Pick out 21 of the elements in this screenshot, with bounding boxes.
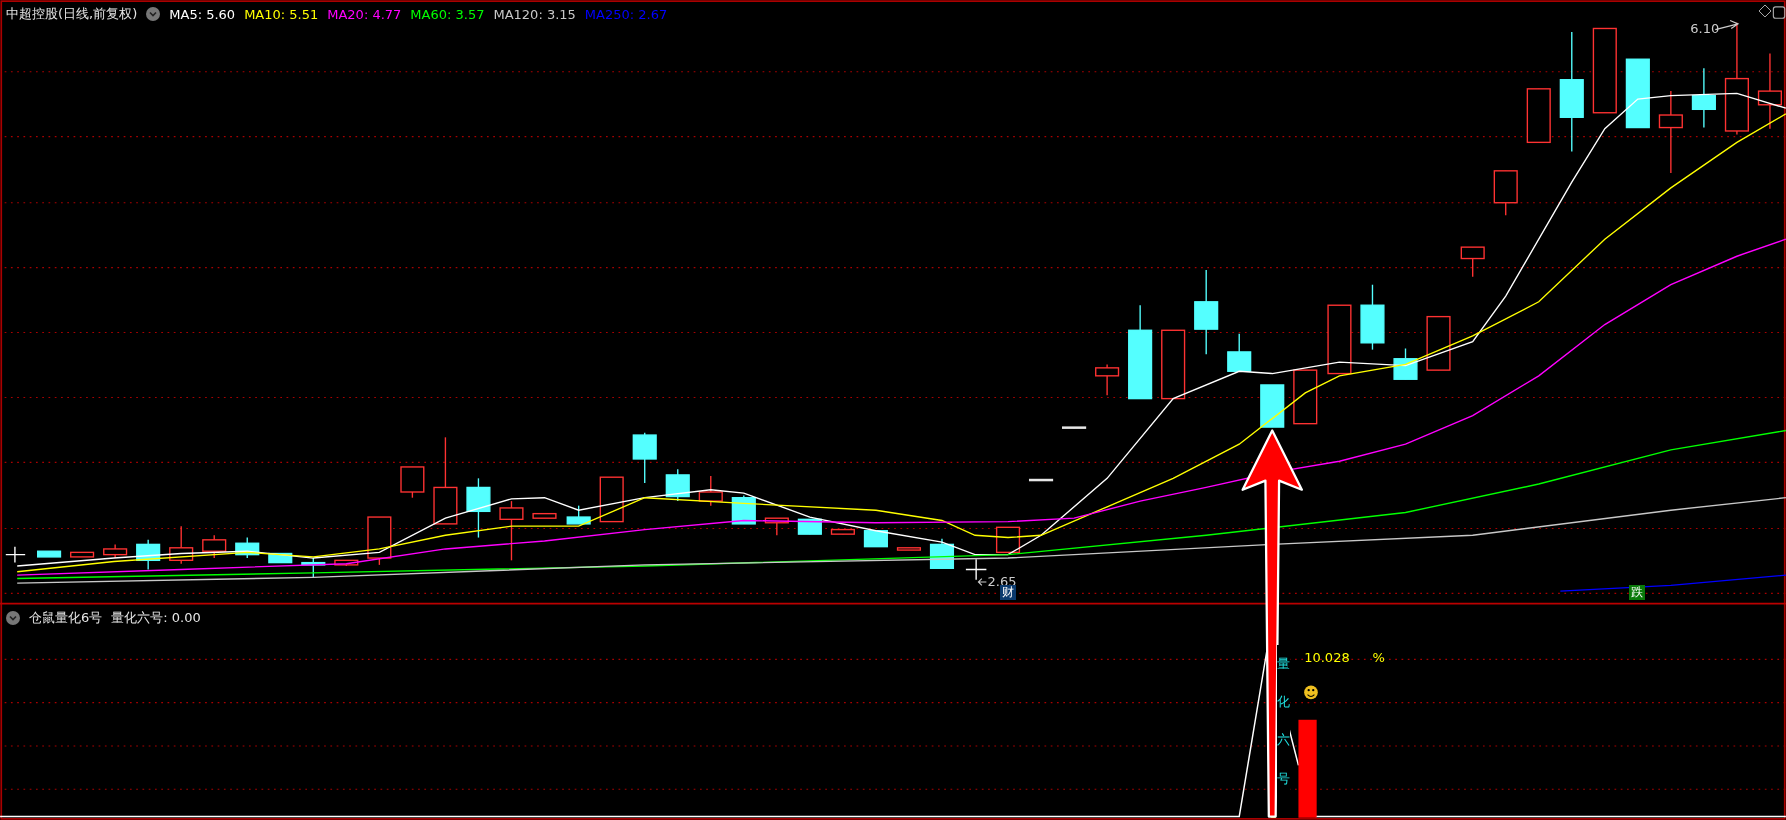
moving-average-label: MA60: 3.57 <box>410 6 485 22</box>
moving-average-label: MA20: 4.77 <box>327 6 402 22</box>
pointer-arrow-icon <box>977 578 987 586</box>
crosshair-icon <box>5 546 26 564</box>
indicator-name: 仓鼠量化6号 <box>29 609 103 627</box>
crosshair-icon <box>965 558 988 581</box>
signal-marker: 跌 <box>1628 585 1645 601</box>
dropdown-icon[interactable] <box>146 7 161 21</box>
panel-toggle-icon[interactable] <box>1772 6 1786 19</box>
high-price-label: 6.10 <box>1690 20 1720 36</box>
smiley-icon <box>1304 685 1318 700</box>
indicator-value: 量化六号: 0.00 <box>111 609 201 627</box>
moving-average-label: MA10: 5.51 <box>244 6 319 22</box>
stock-title: 中超控股(日线,前复权) <box>6 5 138 23</box>
indicator-reading: 10.028 <box>1304 650 1350 666</box>
moving-average-label: MA5: 5.60 <box>169 6 236 22</box>
diamond-icon[interactable] <box>1758 4 1772 18</box>
moving-average-label: MA250: 2.67 <box>584 6 668 22</box>
dropdown-icon[interactable] <box>6 611 20 625</box>
moving-average-label: MA120: 3.15 <box>493 6 576 22</box>
percent-sign: % <box>1372 650 1385 666</box>
